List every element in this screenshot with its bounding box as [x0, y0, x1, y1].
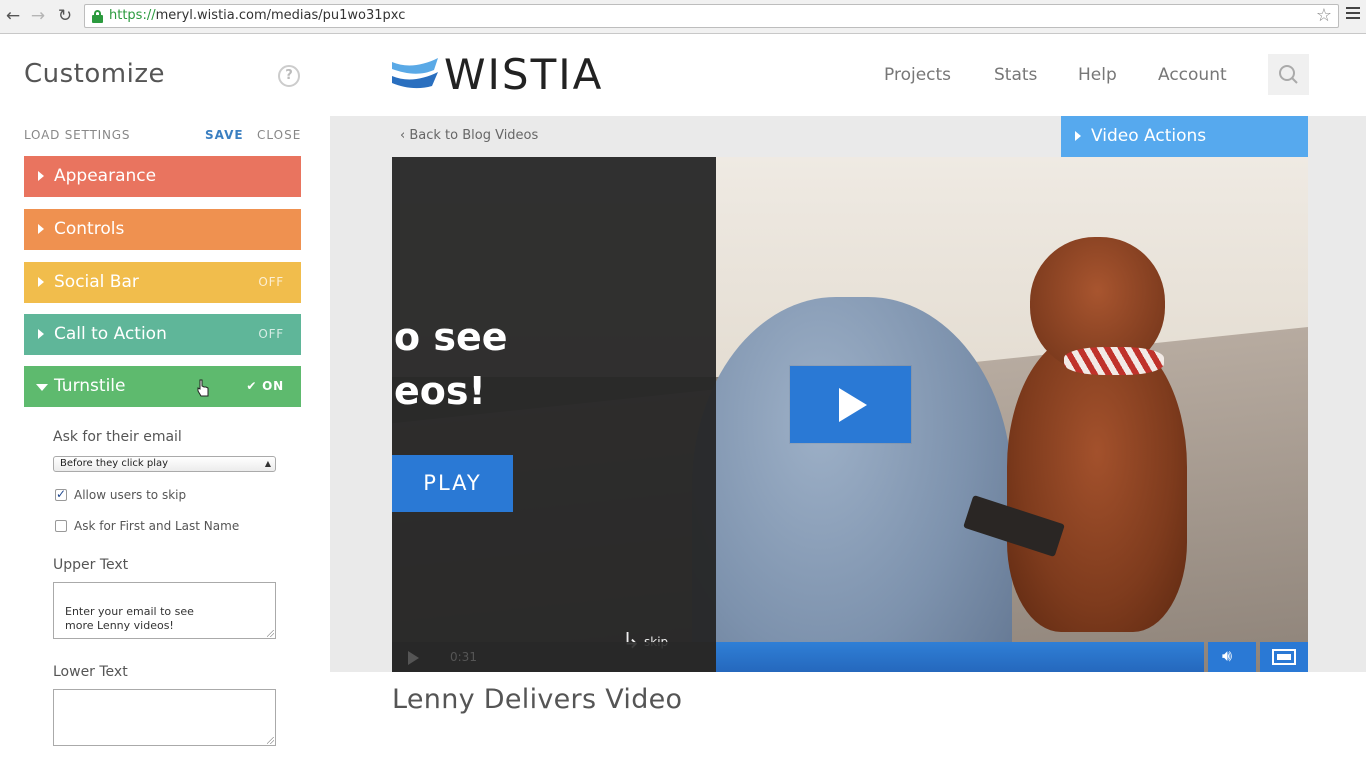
video-frame-bowtie [1064, 347, 1164, 375]
volume-button[interactable]: 🔊︎ [1208, 642, 1256, 672]
section-state: OFF [258, 275, 284, 289]
lower-text-field[interactable] [53, 689, 276, 746]
url-text: https://meryl.wistia.com/medias/pu1wo31p… [109, 8, 406, 23]
section-turnstile[interactable]: Turnstile ✔ ON [24, 366, 301, 407]
big-play-button[interactable] [790, 366, 911, 443]
upper-text-value: Enter your email to see more Lenny video… [65, 605, 194, 632]
section-label: Social Bar [54, 272, 139, 292]
close-button[interactable]: CLOSE [257, 128, 301, 142]
chevron-left-icon: ‹ [400, 128, 410, 143]
fullscreen-button[interactable] [1260, 642, 1308, 672]
browser-chrome: ← → ↻ https://meryl.wistia.com/medias/pu… [0, 0, 1366, 34]
caret-right-icon [38, 277, 44, 287]
caret-right-icon [38, 171, 44, 181]
upper-text-field[interactable]: Enter your email to see more Lenny video… [53, 582, 276, 639]
play-icon [839, 388, 867, 422]
select-value: Before they click play [60, 458, 169, 469]
help-icon[interactable]: ? [278, 65, 300, 87]
nav-projects[interactable]: Projects [884, 65, 951, 85]
lower-text-label: Lower Text [53, 664, 128, 680]
turnstile-text-line2: eos! [394, 369, 486, 413]
address-bar[interactable]: https://meryl.wistia.com/medias/pu1wo31p… [84, 4, 1339, 28]
lock-icon [92, 10, 103, 23]
media-title: Lenny Delivers Video [392, 684, 683, 715]
section-state: OFF [258, 327, 284, 341]
video-actions-label: Video Actions [1091, 126, 1207, 146]
back-arrow-icon[interactable]: ← [2, 5, 24, 27]
video-actions-button[interactable]: Video Actions [1061, 116, 1308, 157]
load-settings-link[interactable]: LOAD SETTINGS [24, 128, 130, 142]
search-button[interactable] [1268, 54, 1309, 95]
hand-cursor-icon [197, 379, 209, 397]
caret-right-icon [38, 224, 44, 234]
back-to-blog-videos-link[interactable]: ‹ Back to Blog Videos [400, 128, 538, 143]
search-icon [1279, 65, 1298, 84]
playback-time: 0:31 [450, 650, 477, 664]
allow-skip-checkbox[interactable] [55, 487, 67, 501]
section-controls[interactable]: Controls [24, 209, 301, 250]
progress-bar[interactable] [716, 642, 1204, 672]
caret-right-icon [38, 329, 44, 339]
allow-skip-label: Allow users to skip [74, 488, 187, 502]
resize-grip-icon[interactable] [267, 630, 274, 637]
speaker-icon: 🔊︎ [1222, 646, 1233, 665]
wistia-logo-icon [392, 58, 438, 89]
fullscreen-icon [1272, 649, 1296, 665]
section-call-to-action[interactable]: Call to Action OFF [24, 314, 301, 355]
resize-grip-icon[interactable] [267, 737, 274, 744]
section-label: Controls [54, 219, 125, 239]
forward-arrow-icon[interactable]: → [27, 5, 49, 27]
nav-help[interactable]: Help [1078, 65, 1117, 85]
video-controlbar: 0:31 🔊︎ [392, 642, 1308, 672]
ask-name-checkbox[interactable] [55, 520, 67, 532]
controlbar-left: 0:31 [392, 642, 716, 672]
ask-name-label: Ask for First and Last Name [74, 519, 240, 533]
email-timing-select[interactable]: Before they click play ▲ [53, 456, 276, 472]
section-label: Call to Action [54, 324, 167, 344]
section-label: Appearance [54, 166, 157, 186]
section-state: ✔ ON [246, 379, 284, 393]
logo-text: WISTIA [444, 50, 604, 99]
section-label: Turnstile [54, 376, 126, 396]
turnstile-overlay: o see eos! PLAY ↳ skip [392, 157, 716, 672]
back-link-label: Back to Blog Videos [409, 128, 539, 143]
turnstile-play-button[interactable]: PLAY [392, 455, 513, 512]
section-appearance[interactable]: Appearance [24, 156, 301, 197]
caret-right-icon [1075, 131, 1081, 141]
reload-icon[interactable]: ↻ [54, 5, 76, 27]
nav-stats[interactable]: Stats [994, 65, 1037, 85]
save-button[interactable]: SAVE [205, 128, 244, 142]
small-play-icon[interactable] [408, 651, 419, 665]
panel-title: Customize [24, 59, 165, 89]
video-frame-dog-body [1007, 332, 1187, 632]
caret-down-icon [36, 384, 48, 391]
nav-account[interactable]: Account [1158, 65, 1227, 85]
section-social-bar[interactable]: Social Bar OFF [24, 262, 301, 303]
customize-panel: Customize ? LOAD SETTINGS SAVE CLOSE App… [0, 35, 330, 768]
ask-email-label: Ask for their email [53, 429, 182, 445]
video-player[interactable]: o see eos! PLAY ↳ skip 0:31 🔊︎ [392, 157, 1308, 672]
video-frame-person [692, 297, 1012, 672]
browser-menu-icon[interactable] [1346, 7, 1360, 21]
turnstile-text-line1: o see [394, 315, 508, 359]
select-arrows-icon: ▲ [264, 459, 271, 468]
upper-text-label: Upper Text [53, 557, 129, 573]
bookmark-star-icon[interactable]: ☆ [1316, 5, 1332, 26]
